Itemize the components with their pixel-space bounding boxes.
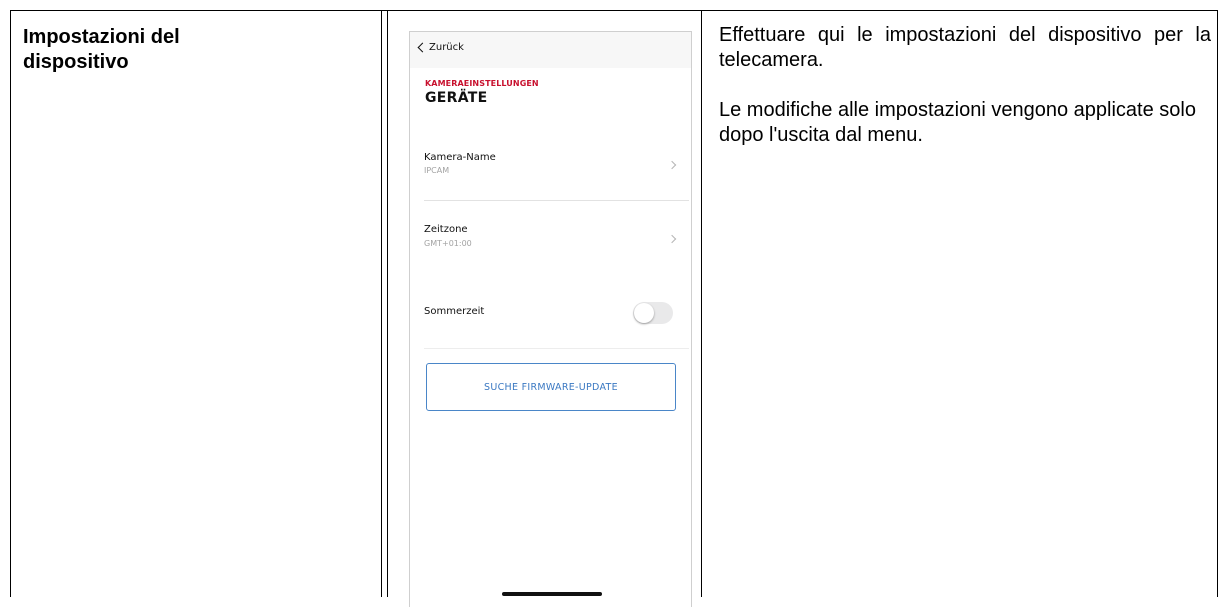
section-title: Impostazioni del dispositivo bbox=[23, 25, 323, 75]
timezone-label: Zeitzone bbox=[424, 224, 468, 235]
column-divider bbox=[701, 11, 702, 597]
back-button[interactable]: Zurück bbox=[417, 42, 464, 53]
column-divider bbox=[387, 11, 388, 597]
home-indicator bbox=[502, 592, 602, 596]
navigation-bar: Zurück bbox=[410, 32, 691, 68]
phone-screenshot: Zurück KAMERAEINSTELLUNGEN GERÄTE Kamera… bbox=[409, 31, 692, 607]
camera-name-value: IPCAM bbox=[424, 166, 450, 175]
camera-name-row[interactable]: Kamera-Name IPCAM bbox=[410, 146, 691, 200]
description: Effettuare qui le impostazioni del dispo… bbox=[719, 23, 1211, 148]
screen-title: GERÄTE bbox=[425, 90, 488, 106]
firmware-update-button[interactable]: SUCHE FIRMWARE-UPDATE bbox=[426, 363, 676, 411]
row-divider bbox=[424, 200, 689, 201]
section-title-line-1: Impostazioni del bbox=[23, 26, 180, 48]
row-divider bbox=[424, 348, 689, 349]
chevron-left-icon bbox=[417, 42, 428, 53]
camera-name-label: Kamera-Name bbox=[424, 152, 496, 163]
daylight-saving-label: Sommerzeit bbox=[424, 306, 485, 317]
daylight-saving-row: Sommerzeit bbox=[410, 298, 691, 328]
chevron-right-icon bbox=[667, 160, 677, 170]
timezone-row[interactable]: Zeitzone GMT+01:00 bbox=[410, 218, 691, 268]
description-paragraph-1: Effettuare qui le impostazioni del dispo… bbox=[719, 24, 1211, 71]
toggle-knob bbox=[634, 303, 654, 323]
chevron-right-icon bbox=[667, 234, 677, 244]
column-divider bbox=[381, 11, 382, 597]
screen-kicker: KAMERAEINSTELLUNGEN bbox=[425, 79, 539, 88]
description-paragraph-2: Le modifiche alle impostazioni vengono a… bbox=[719, 99, 1196, 146]
back-button-label: Zurück bbox=[429, 42, 464, 53]
manual-table: Impostazioni del dispositivo Effettuare … bbox=[10, 10, 1218, 607]
daylight-saving-toggle[interactable] bbox=[633, 302, 673, 324]
section-title-line-2: dispositivo bbox=[23, 51, 129, 73]
timezone-value: GMT+01:00 bbox=[424, 239, 472, 248]
